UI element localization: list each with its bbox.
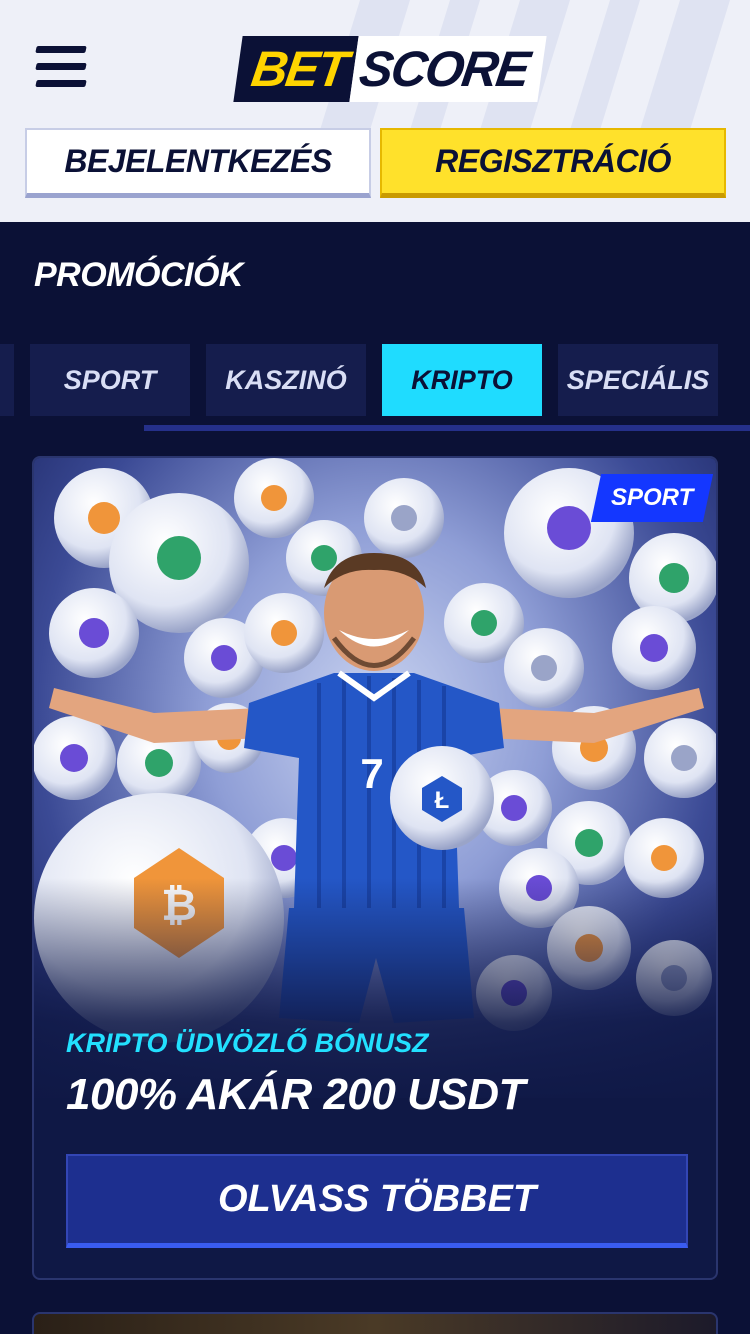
- login-button[interactable]: BEJELENTKEZÉS: [25, 128, 371, 198]
- page-title: PROMÓCIÓK: [34, 256, 243, 294]
- image-gradient-overlay: [34, 878, 716, 1098]
- promo-category-tabs: SPORT KASZINÓ KRIPTO SPECIÁLIS: [0, 344, 750, 416]
- read-more-button[interactable]: OLVASS TÖBBET: [66, 1154, 688, 1248]
- promo-title: 100% AKÁR 200 USDT: [66, 1070, 525, 1119]
- betscore-logo[interactable]: BET SCORE: [233, 36, 547, 102]
- badge-label: SPORT: [610, 484, 694, 511]
- svg-text:7: 7: [360, 750, 383, 797]
- tab-kripto[interactable]: KRIPTO: [382, 344, 542, 416]
- tab-specialis[interactable]: SPECIÁLIS: [558, 344, 718, 416]
- site-header: BET SCORE BEJELENTKEZÉS REGISZTRÁCIÓ: [0, 0, 750, 222]
- tab-previous-partial[interactable]: [0, 344, 14, 416]
- promo-card: ₿ 7: [32, 456, 718, 1280]
- tab-kaszino[interactable]: KASZINÓ: [206, 344, 366, 416]
- next-promo-card-peek[interactable]: [32, 1312, 718, 1334]
- register-button[interactable]: REGISZTRÁCIÓ: [380, 128, 726, 198]
- sport-badge: SPORT: [590, 474, 714, 522]
- logo-score: SCORE: [349, 36, 547, 102]
- hamburger-menu-icon[interactable]: [35, 46, 88, 90]
- tabs-scroll-indicator: [144, 425, 750, 431]
- tab-sport[interactable]: SPORT: [30, 344, 190, 416]
- promo-image[interactable]: ₿ 7: [34, 458, 716, 1098]
- svg-text:Ł: Ł: [435, 787, 450, 814]
- logo-bet: BET: [233, 36, 359, 102]
- promo-subtitle: KRIPTO ÜDVÖZLŐ BÓNUSZ: [66, 1028, 429, 1058]
